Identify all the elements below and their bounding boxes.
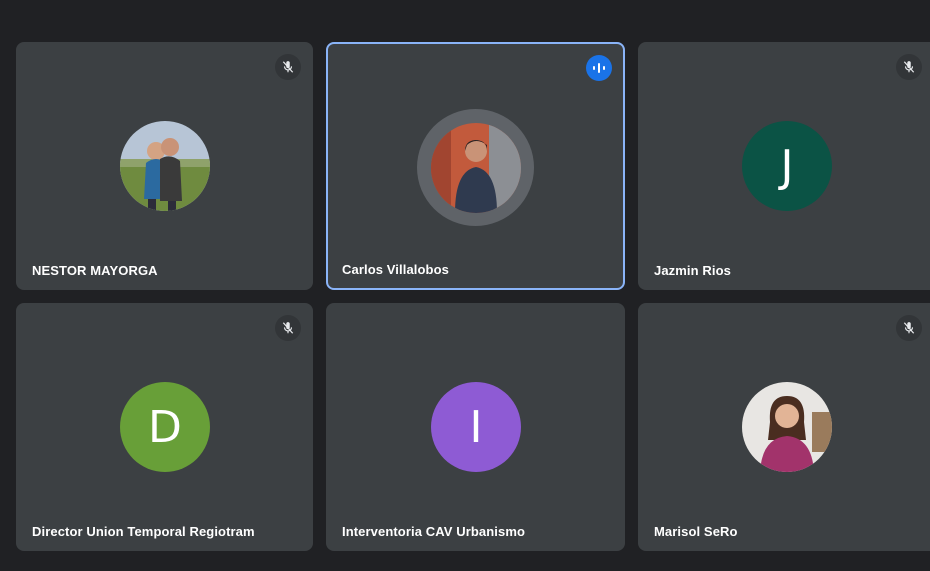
man-portrait-photo-icon: [430, 122, 521, 213]
couple-outdoor-photo-icon: [120, 121, 210, 211]
participant-tile[interactable]: NESTOR MAYORGA: [16, 42, 313, 290]
woman-portrait-photo-icon: [742, 382, 832, 472]
participant-avatar-initial: J: [742, 121, 832, 211]
participant-name: Marisol SeRo: [654, 524, 738, 539]
participant-avatar-photo: [120, 121, 210, 211]
mic-off-icon[interactable]: [896, 54, 922, 80]
participant-name: Carlos Villalobos: [342, 262, 449, 277]
mic-off-icon[interactable]: [275, 54, 301, 80]
participant-name: Director Union Temporal Regiotram: [32, 524, 255, 539]
participant-avatar-photo: [430, 122, 521, 213]
participant-tile[interactable]: Marisol SeRo: [638, 303, 930, 551]
speaking-avatar-ring: [417, 109, 534, 226]
participant-name: Jazmin Rios: [654, 263, 731, 278]
participant-name: NESTOR MAYORGA: [32, 263, 158, 278]
mic-off-icon[interactable]: [896, 315, 922, 341]
participant-tile[interactable]: D Director Union Temporal Regiotram: [16, 303, 313, 551]
participant-avatar-initial: D: [120, 382, 210, 472]
mic-off-icon[interactable]: [275, 315, 301, 341]
participant-avatar-initial: I: [431, 382, 521, 472]
meeting-grid: NESTOR MAYORGA Carlos Villalobos J Jazmi…: [0, 0, 930, 571]
participant-name: Interventoria CAV Urbanismo: [342, 524, 526, 539]
participant-tile[interactable]: J Jazmin Rios: [638, 42, 930, 290]
participant-avatar-photo: [742, 382, 832, 472]
speaking-indicator-icon: [586, 55, 612, 81]
participant-tile[interactable]: I Interventoria CAV Urbanismo: [326, 303, 625, 551]
participant-tile-active-speaker[interactable]: Carlos Villalobos: [326, 42, 625, 290]
